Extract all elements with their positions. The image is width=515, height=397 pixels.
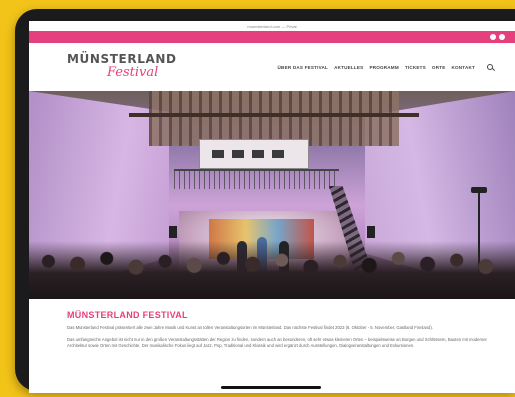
gallery-picture (212, 150, 224, 158)
gallery-picture (232, 150, 244, 158)
nav-item-tickets[interactable]: TICKETS (405, 65, 426, 70)
site-header: MÜNSTERLAND Festival ÜBER DAS FESTIVAL A… (29, 43, 515, 91)
nav-item-aktuelles[interactable]: AKTUELLES (334, 65, 363, 70)
url-text: muensterland.com — Privat (247, 23, 297, 29)
gallery-picture (272, 150, 284, 158)
hero-image (29, 91, 515, 299)
intro-paragraph: Das umfangreiche Angebot ist nicht nur i… (67, 336, 487, 349)
logo-wordmark: MÜNSTERLAND (67, 52, 177, 66)
nav-item-programm[interactable]: PROGRAMM (369, 65, 398, 70)
search-icon[interactable] (487, 64, 493, 70)
speaker (169, 226, 177, 238)
hero-audience (29, 241, 515, 299)
nav-item-orte[interactable]: ORTE (432, 65, 446, 70)
nav-item-kontakt[interactable]: KONTAKT (451, 65, 475, 70)
browser-screen: muensterland.com — Privat MÜNSTERLAND Fe… (29, 21, 515, 393)
site-logo[interactable]: MÜNSTERLAND Festival (67, 50, 176, 84)
instagram-icon[interactable] (499, 34, 505, 40)
gallery-picture (252, 150, 264, 158)
hero-roof (149, 91, 399, 146)
section-heading: MÜNSTERLAND FESTIVAL (67, 310, 188, 320)
nav-item-ueber[interactable]: ÜBER DAS FESTIVAL (278, 65, 329, 70)
facebook-icon[interactable] (490, 34, 496, 40)
hero-beam (129, 113, 419, 117)
speaker (367, 226, 375, 238)
intro-paragraph: Das Münsterland Festival präsentiert all… (67, 325, 433, 330)
top-social-bar (29, 31, 515, 43)
tablet-device: muensterland.com — Privat MÜNSTERLAND Fe… (15, 9, 515, 393)
logo-script: Festival (107, 65, 159, 80)
hero-balcony-rail (174, 169, 339, 189)
url-bar[interactable]: muensterland.com — Privat (29, 21, 515, 31)
main-nav: ÜBER DAS FESTIVAL AKTUELLES PROGRAMM TIC… (278, 65, 475, 70)
home-indicator (221, 386, 321, 389)
intro-section: MÜNSTERLAND FESTIVAL Das Münsterland Fes… (29, 299, 489, 350)
hero-gallery (199, 139, 309, 169)
